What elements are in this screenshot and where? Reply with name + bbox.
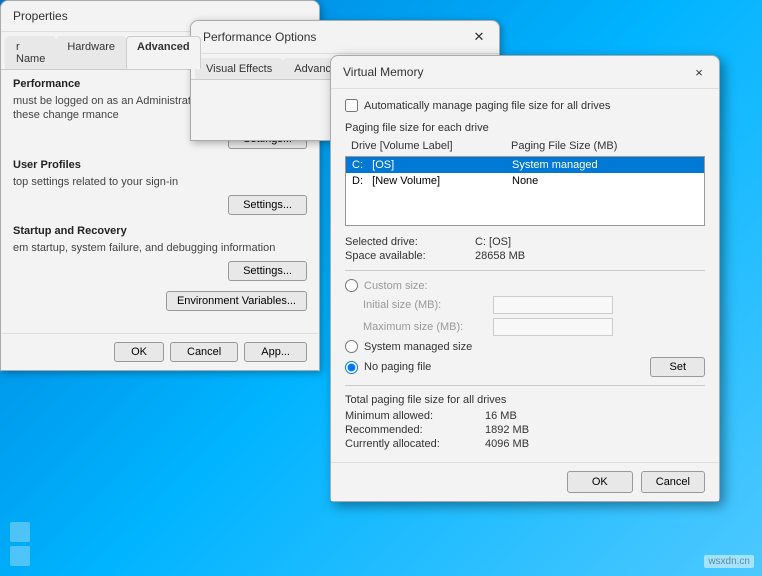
space-available-value: 28658 MB xyxy=(475,250,705,262)
virt-mem-title: Virtual Memory xyxy=(343,65,423,79)
drive-table: C: [OS] System managed D: [New Volume] N… xyxy=(345,156,705,226)
user-profiles-settings-button[interactable]: Settings... xyxy=(228,195,307,215)
sys-props-footer: OK Cancel App... xyxy=(1,333,319,370)
no-paging-row: No paging file xyxy=(345,361,431,374)
paging-section: Paging file size for each drive Drive [V… xyxy=(345,122,705,226)
perf-options-close-button[interactable]: ✕ xyxy=(471,29,487,45)
space-available-label: Space available: xyxy=(345,250,475,262)
divider-1 xyxy=(345,270,705,271)
sys-props-title: Properties xyxy=(13,9,68,23)
tab-visual-effects[interactable]: Visual Effects xyxy=(195,58,283,79)
total-row-2: Currently allocated: 4096 MB xyxy=(345,438,705,450)
perf-options-title: Performance Options xyxy=(203,30,316,44)
virt-mem-cancel-button[interactable]: Cancel xyxy=(641,471,705,493)
no-paging-set-row: No paging file Set xyxy=(345,357,705,377)
drive-d-label: D: [New Volume] xyxy=(352,175,512,187)
user-profiles-title: User Profiles xyxy=(13,159,307,171)
selected-drive-value: C: [OS] xyxy=(475,236,705,248)
col-paging-header: Paging File Size (MB) xyxy=(511,140,699,152)
taskbar-icon-2[interactable] xyxy=(10,546,30,566)
environment-variables-button[interactable]: Environment Variables... xyxy=(166,291,307,311)
auto-manage-checkbox[interactable] xyxy=(345,99,358,112)
maximum-size-row: Maximum size (MB): xyxy=(345,318,705,336)
tab-advanced[interactable]: Advanced xyxy=(126,36,201,69)
virt-mem-close-button[interactable]: × xyxy=(691,64,707,80)
drive-d-paging: None xyxy=(512,175,698,187)
selected-drive-label: Selected drive: xyxy=(345,236,475,248)
taskbar-icon-1[interactable] xyxy=(10,522,30,542)
user-profiles-desc: top settings related to your sign-in xyxy=(13,175,307,189)
startup-desc: em startup, system failure, and debuggin… xyxy=(13,241,307,255)
virt-mem-content: Automatically manage paging file size fo… xyxy=(331,89,719,462)
total-label-2: Currently allocated: xyxy=(345,438,485,450)
startup-section: Startup and Recovery em startup, system … xyxy=(13,225,307,281)
total-value-0: 16 MB xyxy=(485,410,705,422)
initial-size-input[interactable] xyxy=(493,296,613,314)
watermark: wsxdn.cn xyxy=(704,555,754,568)
virt-mem-titlebar: Virtual Memory × xyxy=(331,56,719,89)
tab-hardware[interactable]: Hardware xyxy=(56,36,126,69)
col-drive-header: Drive [Volume Label] xyxy=(351,140,511,152)
user-profiles-section: User Profiles top settings related to yo… xyxy=(13,159,307,215)
drive-c-label: C: [OS] xyxy=(352,159,512,171)
system-managed-row: System managed size xyxy=(345,340,705,353)
maximum-size-label: Maximum size (MB): xyxy=(363,321,493,333)
custom-size-radio[interactable] xyxy=(345,279,358,292)
total-row-0: Minimum allowed: 16 MB xyxy=(345,410,705,422)
no-paging-radio[interactable] xyxy=(345,361,358,374)
table-header-row: Drive [Volume Label] Paging File Size (M… xyxy=(345,138,705,154)
virt-mem-footer: OK Cancel xyxy=(331,462,719,501)
desktop: Properties r Name Hardware Advanced Syst… xyxy=(0,0,762,576)
total-label-0: Minimum allowed: xyxy=(345,410,485,422)
startup-settings-button[interactable]: Settings... xyxy=(228,261,307,281)
drive-row-d[interactable]: D: [New Volume] None xyxy=(346,173,704,189)
initial-size-row: Initial size (MB): xyxy=(345,296,705,314)
total-label-1: Recommended: xyxy=(345,424,485,436)
total-section: Total paging file size for all drives Mi… xyxy=(345,394,705,450)
selected-drive-row: Selected drive: C: [OS] xyxy=(345,236,705,248)
total-value-1: 1892 MB xyxy=(485,424,705,436)
tab-r-name[interactable]: r Name xyxy=(5,36,56,69)
sys-props-ok-button[interactable]: OK xyxy=(114,342,164,362)
maximum-size-input[interactable] xyxy=(493,318,613,336)
space-available-row: Space available: 28658 MB xyxy=(345,250,705,262)
startup-title: Startup and Recovery xyxy=(13,225,307,237)
system-managed-radio[interactable] xyxy=(345,340,358,353)
set-button[interactable]: Set xyxy=(650,357,705,377)
taskbar-icons xyxy=(10,522,30,566)
custom-size-row: Custom size: xyxy=(345,279,705,292)
selected-drive-info: Selected drive: C: [OS] Space available:… xyxy=(345,236,705,262)
drive-row-c[interactable]: C: [OS] System managed xyxy=(346,157,704,173)
sys-props-apply-button[interactable]: App... xyxy=(244,342,307,362)
paging-section-label: Paging file size for each drive xyxy=(345,122,705,134)
system-managed-label: System managed size xyxy=(364,341,472,353)
no-paging-label: No paging file xyxy=(364,361,431,373)
total-row-1: Recommended: 1892 MB xyxy=(345,424,705,436)
custom-size-label: Custom size: xyxy=(364,280,428,292)
virt-mem-ok-button[interactable]: OK xyxy=(567,471,633,493)
auto-manage-row: Automatically manage paging file size fo… xyxy=(345,99,705,112)
initial-size-label: Initial size (MB): xyxy=(363,299,493,311)
total-title: Total paging file size for all drives xyxy=(345,394,705,406)
sys-props-cancel-button[interactable]: Cancel xyxy=(170,342,238,362)
drive-c-paging: System managed xyxy=(512,159,698,171)
virtual-memory-dialog: Virtual Memory × Automatically manage pa… xyxy=(330,55,720,502)
divider-2 xyxy=(345,385,705,386)
auto-manage-label: Automatically manage paging file size fo… xyxy=(364,100,610,112)
total-value-2: 4096 MB xyxy=(485,438,705,450)
perf-options-titlebar: Performance Options ✕ xyxy=(191,21,499,54)
